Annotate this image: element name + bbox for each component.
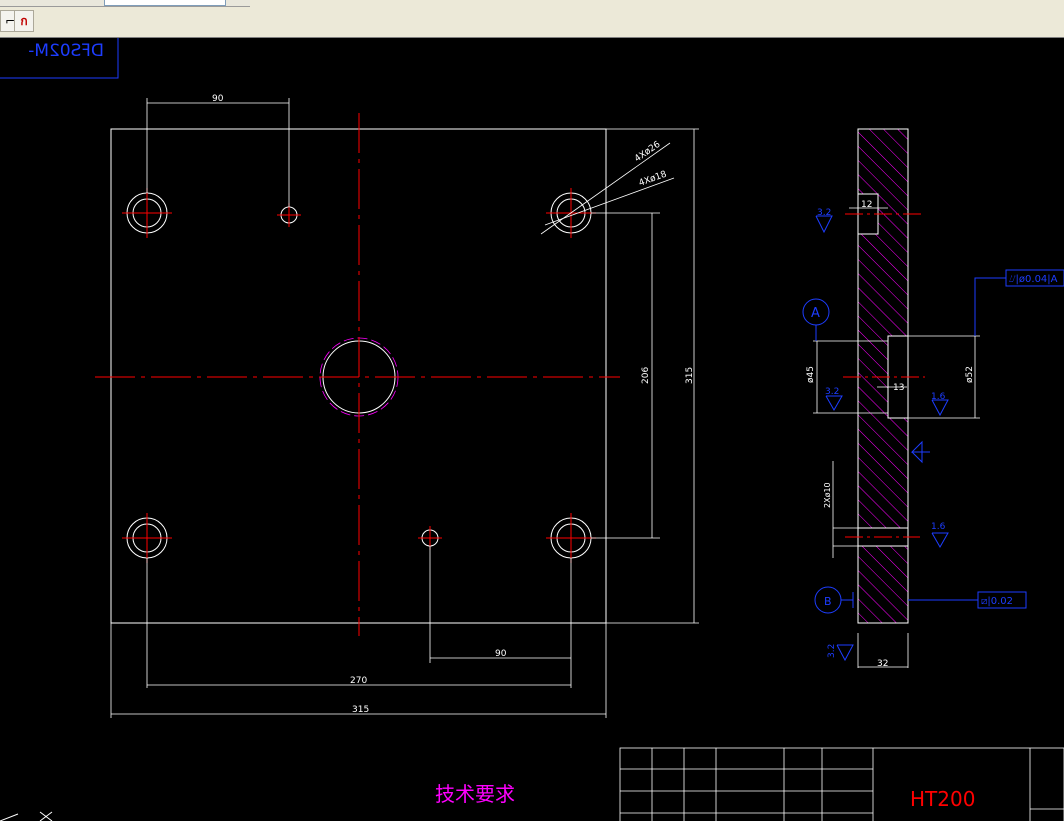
roughness-1: 3.2 xyxy=(817,208,831,218)
roughness-3: 1.6 xyxy=(931,392,946,402)
datum-b-label: B xyxy=(824,595,832,608)
centerlines xyxy=(95,113,620,636)
front-view xyxy=(110,128,699,718)
hole-note-2x10: 2Xø10 xyxy=(823,482,832,508)
dim-270: 270 xyxy=(350,676,367,686)
hole-note-26: 4Xø26 xyxy=(633,140,663,165)
side-annotation-text: 3.2 3.2 1.6 1.6 3.2 A B ⌰|ø0.04|A ⧄|0.02 xyxy=(811,208,1058,658)
drawing-canvas[interactable]: DFS02M- 90 90 270 315 206 315 4Xø26 4Xø1… xyxy=(0,38,1064,821)
dim-13: 13 xyxy=(893,383,904,393)
roughness-4: 1.6 xyxy=(931,522,946,532)
front-dimensions xyxy=(111,98,695,715)
dim-d45: ø45 xyxy=(806,366,816,383)
material-text: HT200 xyxy=(910,787,975,811)
dim-206: 206 xyxy=(641,367,651,384)
technical-requirements-note: 技术要求 xyxy=(435,782,515,806)
dim-d52: ø52 xyxy=(965,366,975,383)
tolerance-top-text: ⌰|ø0.04|A xyxy=(1009,274,1058,285)
dim-bottom-90: 90 xyxy=(495,649,507,659)
tolerance-bottom-text: ⧄|0.02 xyxy=(981,596,1013,607)
dim-315-vertical: 315 xyxy=(685,367,695,384)
dim-top-90: 90 xyxy=(212,94,224,104)
datum-a-label: A xyxy=(811,306,820,321)
side-view xyxy=(813,128,980,668)
ucs-icon xyxy=(0,811,53,821)
roughness-5: 3.2 xyxy=(827,644,837,658)
magnet-snap-icon[interactable]: ก xyxy=(14,10,34,32)
front-dimension-text: 90 90 270 315 206 315 4Xø26 4Xø18 xyxy=(212,94,695,715)
roughness-2: 3.2 xyxy=(825,387,839,397)
drawing-number-frame: DFS02M- xyxy=(0,38,119,79)
toolbar: ⌐ ก xyxy=(0,0,1064,38)
drawing-number-text: DFS02M- xyxy=(28,41,104,61)
layer-dropdown[interactable] xyxy=(104,0,226,6)
dim-12: 12 xyxy=(861,200,872,210)
title-block xyxy=(619,747,1064,821)
dim-32: 32 xyxy=(877,659,888,669)
dim-315-horizontal: 315 xyxy=(352,705,369,715)
